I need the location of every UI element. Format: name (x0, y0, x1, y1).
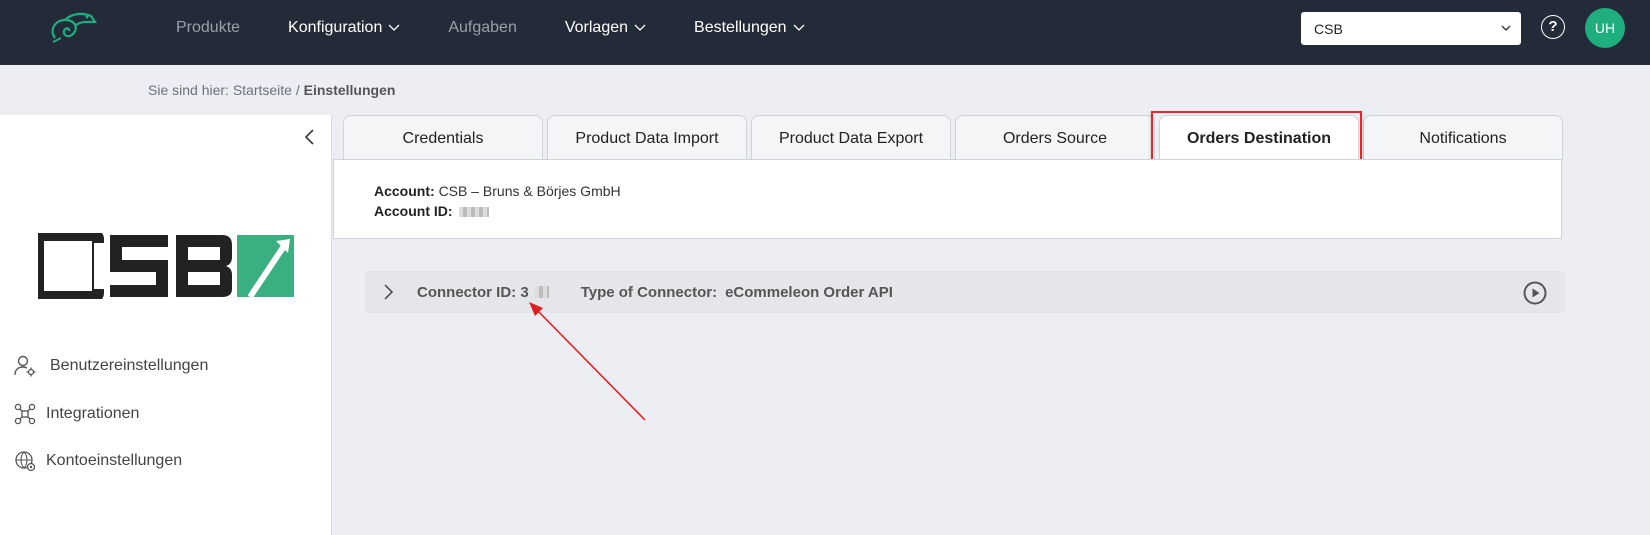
sidebar-item-label: Kontoeinstellungen (46, 452, 183, 469)
connector-id-redacted (534, 286, 549, 298)
user-settings-icon (14, 355, 36, 377)
sidebar-item-kontoeinstellungen[interactable]: Kontoeinstellungen (14, 450, 182, 472)
tab-orders-source[interactable]: Orders Source (955, 115, 1155, 160)
play-icon[interactable] (1523, 281, 1547, 305)
chameleon-logo-icon[interactable] (45, 8, 97, 48)
connector-row[interactable]: Connector ID: 3 Type of Connector: eComm… (365, 271, 1565, 313)
account-id-row: Account ID: (374, 203, 1521, 219)
breadcrumb-current: Einstellungen (303, 82, 396, 98)
account-label: Account: (374, 183, 435, 199)
company-select-value: CSB (1314, 21, 1343, 37)
account-id-label: Account ID: (374, 203, 453, 219)
connector-id: Connector ID: 3 (417, 283, 529, 301)
nav-produkte[interactable]: Produkte (176, 19, 240, 37)
tab-credentials[interactable]: Credentials (343, 115, 543, 160)
nav-aufgaben[interactable]: Aufgaben (448, 19, 517, 37)
tab-orders-destination[interactable]: Orders Destination (1159, 115, 1359, 162)
nav-label: Konfiguration (288, 18, 383, 36)
account-id-redacted (459, 207, 490, 218)
connector-type-value: eCommeleon Order API (725, 283, 893, 301)
user-avatar[interactable]: UH (1585, 8, 1625, 48)
chevron-down-icon (1501, 25, 1511, 31)
main-menu: Produkte Konfiguration Aufgaben Vorlagen… (176, 0, 853, 55)
sidebar-item-integrationen[interactable]: Integrationen (14, 403, 139, 425)
account-value: CSB – Bruns & Börjes GmbH (438, 183, 621, 199)
account-info-panel: Account: CSB – Bruns & Börjes GmbH Accou… (333, 159, 1562, 239)
chevron-left-icon[interactable] (300, 127, 320, 147)
connector-type-label: Type of Connector: (580, 283, 718, 301)
nav-bestellungen[interactable]: Bestellungen (694, 19, 805, 37)
settings-tabs: Credentials Product Data Import Product … (343, 115, 1567, 162)
nav-label: Produkte (176, 18, 241, 36)
nav-vorlagen[interactable]: Vorlagen (565, 19, 646, 37)
breadcrumb: Sie sind hier: Startseite / Einstellunge… (148, 82, 395, 98)
chevron-down-icon (388, 24, 400, 31)
account-settings-icon (15, 451, 36, 472)
chevron-right-icon[interactable] (380, 284, 396, 300)
sidebar: Benutzereinstellungen Integrationen Kont… (0, 115, 332, 535)
sidebar-item-benutzereinstellungen[interactable]: Benutzereinstellungen (14, 355, 208, 377)
sidebar-item-label: Benutzereinstellungen (50, 357, 209, 374)
nav-label: Bestellungen (694, 18, 787, 36)
top-navigation-bar: Produkte Konfiguration Aufgaben Vorlagen… (0, 0, 1650, 65)
breadcrumb-path: Sie sind hier: Startseite / (148, 82, 304, 98)
nav-label: Vorlagen (564, 18, 629, 36)
chevron-down-icon (793, 24, 805, 31)
account-row: Account: CSB – Bruns & Börjes GmbH (374, 183, 1521, 199)
chevron-down-icon (634, 24, 646, 31)
tab-product-data-export[interactable]: Product Data Export (751, 115, 951, 160)
nav-label: Aufgaben (448, 18, 517, 36)
help-icon[interactable]: ? (1541, 15, 1565, 39)
integrations-icon (14, 403, 36, 425)
tab-product-data-import[interactable]: Product Data Import (547, 115, 747, 160)
company-select[interactable]: CSB (1301, 12, 1521, 45)
csb-brand-logo (38, 233, 294, 299)
nav-konfiguration[interactable]: Konfiguration (288, 19, 400, 37)
sidebar-item-label: Integrationen (46, 405, 140, 422)
tab-notifications[interactable]: Notifications (1363, 115, 1563, 160)
annotation-arrow (529, 302, 646, 421)
